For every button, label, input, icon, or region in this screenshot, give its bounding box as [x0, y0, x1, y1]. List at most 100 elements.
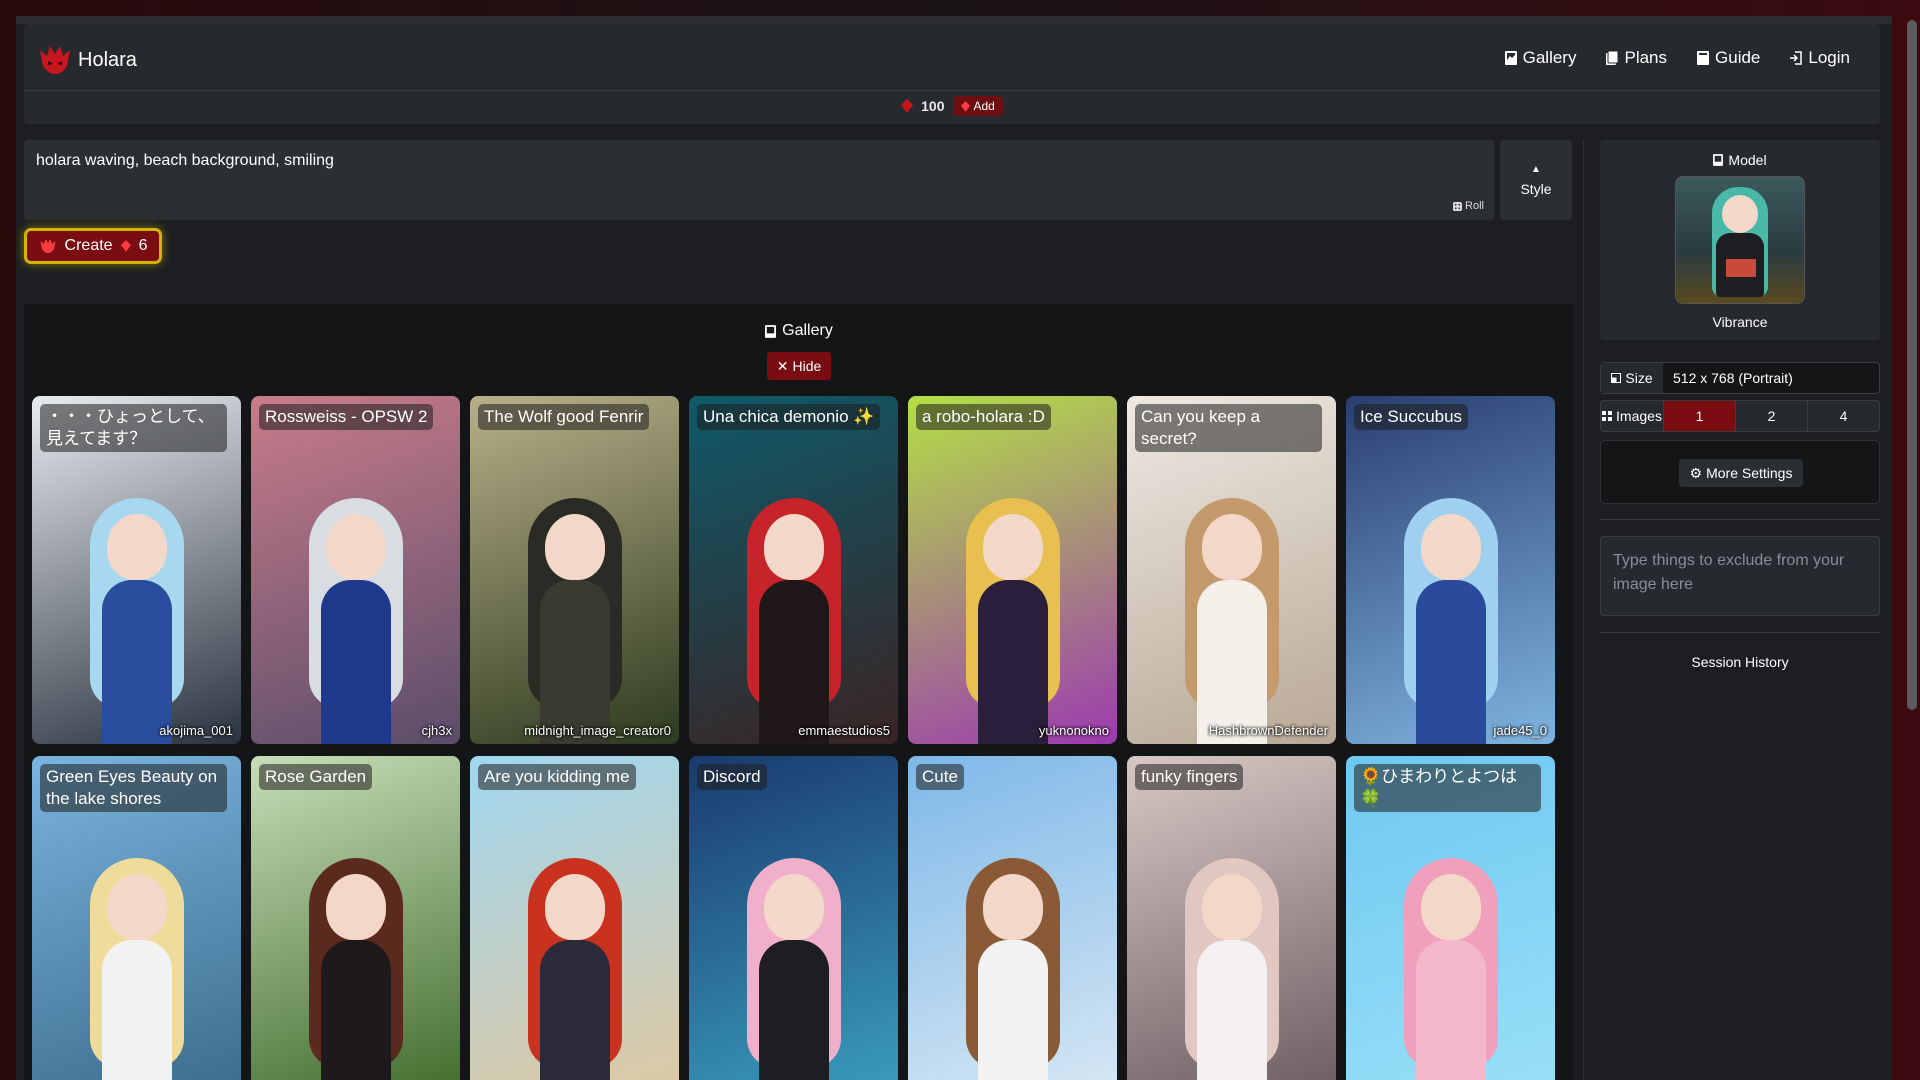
card-artwork: [958, 494, 1068, 744]
gem-icon: [901, 99, 914, 113]
negative-prompt-input[interactable]: [1600, 536, 1880, 616]
size-selector[interactable]: Size 512 x 768 (Portrait): [1600, 362, 1880, 394]
create-button[interactable]: Create 6: [24, 228, 162, 264]
brand[interactable]: Holara: [38, 44, 137, 76]
clipboard-icon: [1606, 51, 1619, 65]
create-label: Create: [64, 237, 113, 254]
settings-panel: ⚙ More Settings: [1600, 440, 1880, 504]
gallery-card[interactable]: The Wolf good Fenrir midnight_image_creat…: [470, 396, 679, 744]
images-option-2[interactable]: 2: [1735, 401, 1807, 431]
card-author[interactable]: emmaestudios5: [798, 723, 890, 738]
dice-icon: [1453, 201, 1463, 211]
model-selector[interactable]: Model Vibrance: [1600, 140, 1880, 340]
gallery-card[interactable]: funky fingers: [1127, 756, 1336, 1080]
card-artwork: [739, 854, 849, 1080]
size-label-cell: Size: [1601, 363, 1663, 393]
card-title: Ice Succubus: [1354, 404, 1469, 430]
brand-name: Holara: [78, 48, 137, 71]
model-thumbnail[interactable]: [1675, 176, 1805, 304]
card-author[interactable]: jade45_0: [1494, 723, 1548, 738]
card-artwork: [958, 854, 1068, 1080]
image-icon: [765, 324, 777, 338]
card-artwork: [1177, 854, 1287, 1080]
gallery-card[interactable]: Green Eyes Beauty on the lake shores: [32, 756, 241, 1080]
sidebar-divider: [1600, 632, 1880, 633]
sidebar-divider: [1600, 519, 1880, 520]
nav-login[interactable]: Login: [1790, 48, 1850, 68]
roll-label: Roll: [1465, 200, 1484, 212]
nav-guide[interactable]: Guide: [1697, 48, 1760, 68]
model-name: Vibrance: [1712, 314, 1768, 330]
card-author[interactable]: akojima_001: [159, 723, 233, 738]
nav-login-label: Login: [1808, 48, 1850, 67]
card-artwork: [520, 494, 630, 744]
size-value: 512 x 768 (Portrait): [1673, 370, 1793, 386]
gallery-card[interactable]: Cute: [908, 756, 1117, 1080]
card-artwork: [520, 854, 630, 1080]
card-artwork: [82, 854, 192, 1080]
nav-gallery[interactable]: Gallery: [1504, 48, 1576, 68]
images-option-4[interactable]: 4: [1807, 401, 1879, 431]
card-title: Rossweiss - OPSW 2: [259, 404, 434, 430]
nav-plans[interactable]: Plans: [1606, 48, 1667, 68]
nav-guide-label: Guide: [1715, 48, 1761, 67]
card-artwork: [82, 494, 192, 744]
card-title: Cute: [916, 764, 964, 790]
card-author[interactable]: HashbrownDefender: [1209, 723, 1328, 738]
model-title: Model: [1600, 152, 1880, 168]
style-button[interactable]: ▲ Style: [1500, 140, 1572, 220]
gallery-panel: Gallery ✕ Hide ・・・ひょっとして、見えてます？ akojima_0…: [24, 304, 1574, 1080]
images-option-1[interactable]: 1: [1663, 401, 1735, 431]
more-settings-button[interactable]: ⚙ More Settings: [1679, 459, 1803, 487]
caret-up-icon: ▲: [1531, 164, 1541, 175]
card-title: funky fingers: [1135, 764, 1244, 790]
header-divider: [24, 90, 1880, 91]
gallery-card[interactable]: ・・・ひょっとして、見えてます？ akojima_001: [32, 396, 241, 744]
gem-icon: [120, 240, 131, 252]
card-author[interactable]: midnight_image_creator0: [524, 723, 671, 738]
gem-icon: [960, 100, 970, 112]
card-artwork: [301, 854, 411, 1080]
page-scrollbar[interactable]: [1907, 20, 1917, 710]
gallery-card[interactable]: Discord: [689, 756, 898, 1080]
card-author[interactable]: yuknonokno: [1039, 723, 1109, 738]
add-credits-label: Add: [973, 99, 995, 113]
book-icon: [1697, 51, 1710, 65]
card-title: Are you kidding me: [478, 764, 636, 790]
card-title: Discord: [697, 764, 767, 790]
gallery-card[interactable]: 🌻ひまわりとよつは🍀: [1346, 756, 1555, 1080]
create-cost: 6: [138, 237, 148, 254]
gallery-card[interactable]: Can you keep a secret? HashbrownDefender: [1127, 396, 1336, 744]
card-title: Rose Garden: [259, 764, 373, 790]
card-artwork: [301, 494, 411, 744]
gallery-title: Gallery: [24, 322, 1574, 340]
image-count-selector: Images 1 2 4: [1600, 400, 1880, 432]
gallery-card[interactable]: Rose Garden: [251, 756, 460, 1080]
add-credits-button[interactable]: Add: [952, 96, 1003, 116]
close-icon: ✕: [776, 357, 789, 374]
prompt-text: holara waving, beach background, smiling: [36, 152, 334, 169]
gallery-card[interactable]: Rossweiss - OPSW 2 cjh3x: [251, 396, 460, 744]
gallery-card[interactable]: Una chica demonio ✨ emmaestudios5: [689, 396, 898, 744]
roll-button[interactable]: Roll: [1453, 200, 1484, 212]
hide-label: Hide: [792, 358, 822, 374]
card-title: The Wolf good Fenrir: [478, 404, 650, 430]
card-title: ・・・ひょっとして、見えてます？: [40, 404, 227, 452]
images-label-cell: Images: [1601, 401, 1663, 431]
gallery-card[interactable]: a robo-holara :D yuknonokno: [908, 396, 1117, 744]
gallery-card[interactable]: Ice Succubus jade45_0: [1346, 396, 1555, 744]
image-icon: [1504, 51, 1517, 65]
hide-gallery-button[interactable]: ✕ Hide: [767, 352, 831, 380]
prompt-input[interactable]: holara waving, beach background, smiling…: [24, 140, 1494, 220]
gallery-card[interactable]: Are you kidding me: [470, 756, 679, 1080]
card-artwork: [1396, 494, 1506, 744]
login-icon: [1790, 51, 1803, 65]
app-frame: Holara Gallery Plans Guide Login 100 Add…: [16, 16, 1892, 1080]
holara-logo-icon: [40, 239, 56, 253]
card-author[interactable]: cjh3x: [422, 723, 452, 738]
model-title-label: Model: [1728, 152, 1767, 168]
credits-bar: 100 Add: [24, 96, 1880, 116]
gear-icon: ⚙: [1689, 464, 1703, 481]
gallery-grid: ・・・ひょっとして、見えてます？ akojima_001 Rossweiss - O…: [32, 396, 1562, 1080]
card-title: Green Eyes Beauty on the lake shores: [40, 764, 227, 812]
